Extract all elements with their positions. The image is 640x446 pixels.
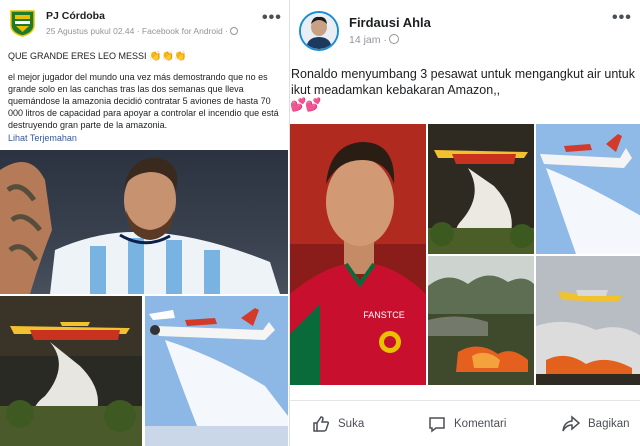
globe-icon [229, 27, 238, 35]
post-actions-bar: Suka Komentari Bagikan [290, 400, 640, 446]
firefighting-plane-photo-2[interactable] [536, 124, 640, 254]
post-body: el mejor jugador del mundo una vez más d… [8, 72, 279, 130]
comment-label: Komentari [454, 418, 507, 430]
page-name[interactable]: PJ Córdoba [46, 10, 105, 22]
right-post: Firdausi Ahla 14 jam · ••• Ronaldo menyu… [289, 0, 640, 446]
hearts-emoji: 💕💕 [290, 97, 321, 112]
post-meta-text: 25 Agustus pukul 02.44 · Facebook for An… [46, 26, 228, 36]
share-label: Bagikan [588, 418, 630, 430]
post-headline-text: QUE GRANDE ERES LEO MESSI [8, 51, 147, 61]
left-post: PJ Córdoba 25 Agustus pukul 02.44 · Face… [0, 0, 288, 446]
thumbs-up-icon [313, 416, 330, 432]
plane-over-fire-photo[interactable] [536, 256, 640, 385]
more-options-icon[interactable]: ••• [612, 10, 632, 26]
post-meta: 25 Agustus pukul 02.44 · Facebook for An… [46, 26, 238, 36]
like-button[interactable]: Suka [312, 411, 364, 437]
ronaldo-photo[interactable]: FANSTCE [290, 124, 426, 385]
comment-button[interactable]: Komentari [428, 411, 506, 437]
left-post-text: QUE GRANDE ERES LEO MESSI 👏👏👏 el mejor j… [8, 50, 284, 131]
author-name[interactable]: Firdausi Ahla [349, 15, 431, 30]
see-translation-link[interactable]: Lihat Terjemahan [8, 133, 77, 143]
jersey-text: FANSTCE [363, 310, 405, 320]
firefighting-plane-photo-2[interactable] [145, 296, 288, 446]
left-post-header: PJ Córdoba 25 Agustus pukul 02.44 · Face… [0, 0, 288, 44]
messi-photo[interactable] [0, 150, 288, 294]
share-button[interactable]: Bagikan [562, 411, 630, 437]
post-meta: 14 jam · [349, 34, 399, 46]
author-avatar[interactable] [299, 11, 339, 51]
comment-icon [429, 417, 445, 433]
post-text: Ronaldo menyumbang 3 pesawat untuk menga… [291, 67, 635, 97]
post-meta-text: 14 jam · [349, 34, 387, 46]
share-icon [562, 415, 580, 432]
firefighting-plane-photo-1[interactable] [0, 296, 142, 446]
page-logo[interactable] [10, 9, 35, 37]
clapping-hands-emoji: 👏👏👏 [149, 51, 187, 62]
globe-icon [388, 34, 399, 44]
post-headline: QUE GRANDE ERES LEO MESSI 👏👏👏 [8, 50, 284, 63]
amazon-fire-photo[interactable] [428, 256, 534, 385]
like-label: Suka [338, 418, 365, 430]
more-options-icon[interactable]: ••• [262, 10, 282, 26]
firefighting-plane-photo-1[interactable] [428, 124, 534, 254]
